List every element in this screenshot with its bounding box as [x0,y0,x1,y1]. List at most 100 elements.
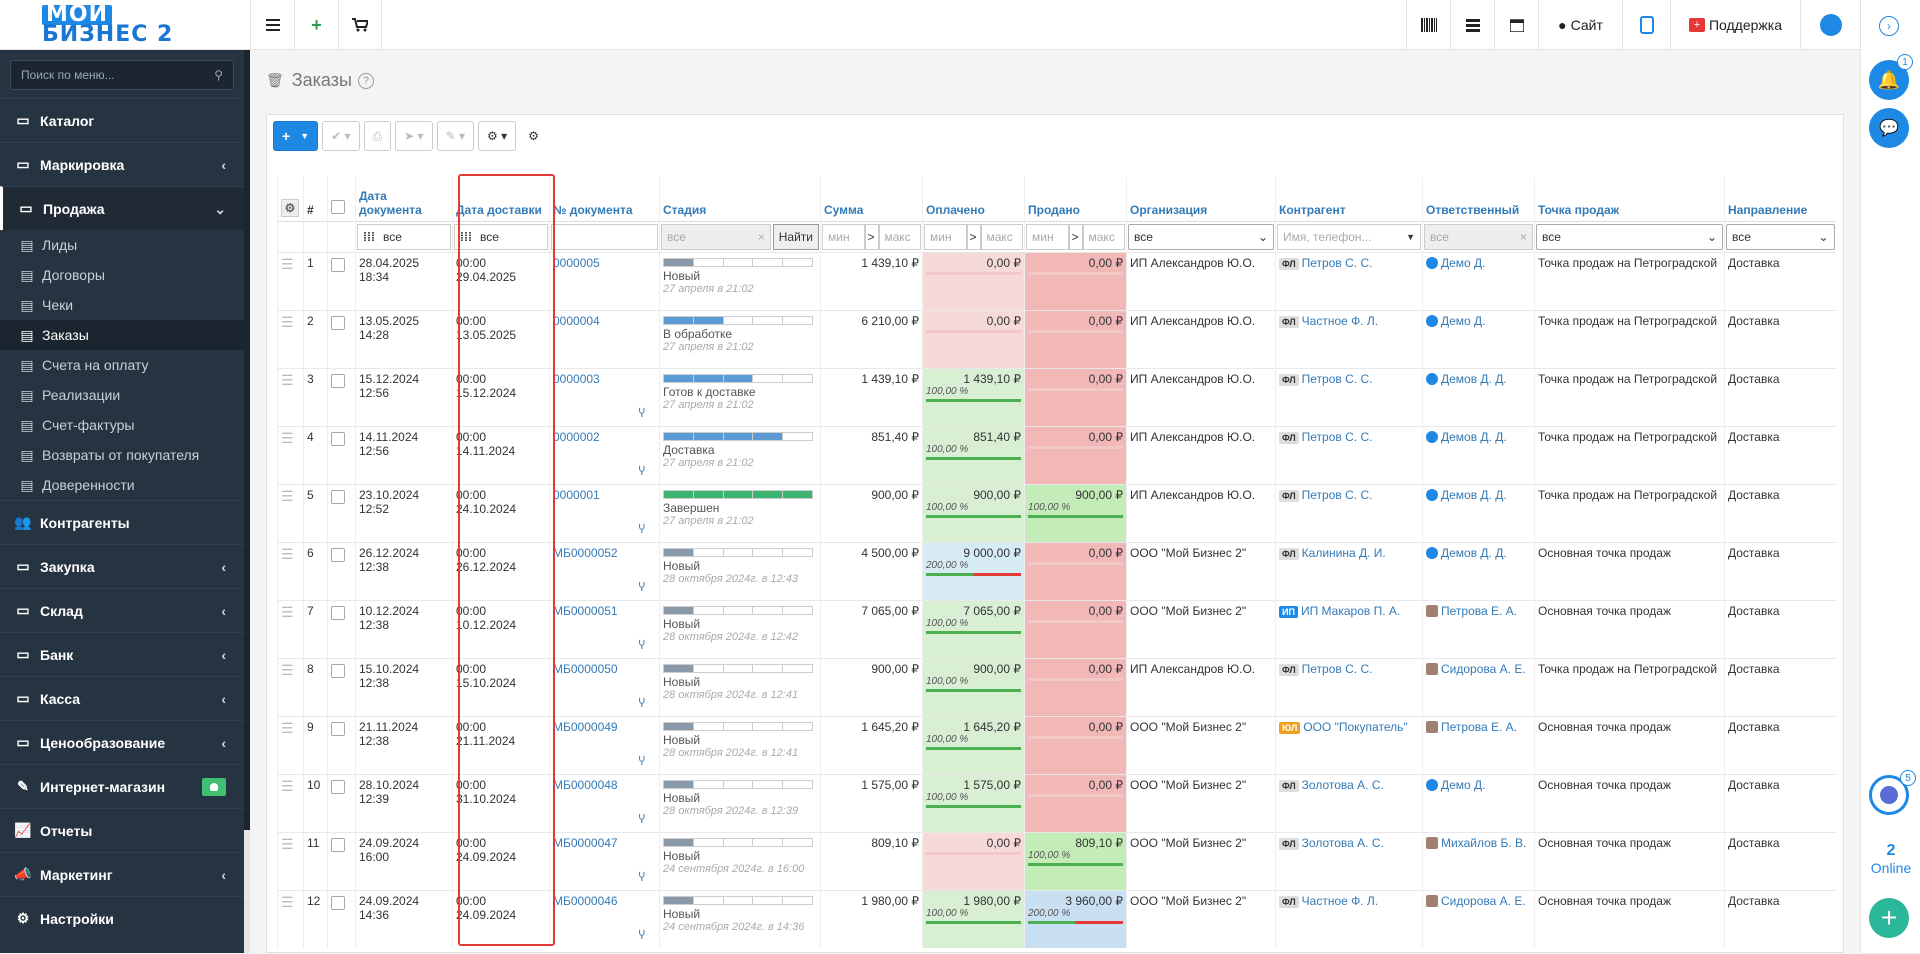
group-settings-button[interactable]: ⚙ [520,121,547,151]
table-row[interactable]: ☰ 2 13.05.2025 14:28 00:00 13.05.2025 0000004 В… [277,309,1836,368]
delivery-date-filter[interactable]: ⁞⁞⁞ все [454,223,548,250]
chat-button[interactable]: 💬 [1869,108,1909,148]
sold-min-input[interactable]: мин [1026,223,1069,250]
sidebar-subitem-4[interactable]: ▤ Счета на оплату [0,350,244,380]
menu-search-input[interactable]: Поиск по меню... ⚲ [10,60,234,90]
row-checkbox-cell[interactable] [327,251,356,310]
sidebar-subitem-3[interactable]: ▤ Заказы [0,320,244,350]
sidebar-item-8[interactable]: ▭ Ценообразование ‹ [0,720,244,764]
table-row[interactable]: ☰ 5 23.10.2024 12:52 00:00 24.10.2024 0000001 Ⴤ… [277,483,1836,542]
row-checkbox-cell[interactable] [327,367,356,426]
row-checkbox-cell[interactable] [327,657,356,716]
row-checkbox-cell[interactable] [327,889,356,948]
header-stage[interactable]: Стадия [659,177,821,221]
sidebar-item-5[interactable]: ▭ Склад ‹ [0,588,244,632]
row-checkbox-cell[interactable] [327,541,356,600]
header-sold[interactable]: Продано [1024,177,1127,221]
contractor-link[interactable]: Петров С. С. [1302,488,1373,502]
row-checkbox[interactable] [331,895,345,910]
sold-max-input[interactable]: макс [1082,223,1125,250]
contractor-link[interactable]: Петров С. С. [1302,430,1373,444]
app-button[interactable] [1622,0,1670,50]
stage-cell[interactable]: Новый 28 октября 2024г. в 12:42 [659,599,821,658]
stage-cell[interactable]: В обработке 27 апреля в 21:02 [659,309,821,368]
row-drag-handle[interactable]: ☰ [277,425,304,484]
row-drag-handle[interactable]: ☰ [277,657,304,716]
stage-cell[interactable]: Новый 24 сентября 2024г. в 14:36 [659,889,821,948]
clear-icon[interactable]: × [758,230,765,244]
sidebar-subitem-2[interactable]: ▤ Чеки [0,290,244,320]
stage-cell[interactable]: Новый 24 сентября 2024г. в 16:00 [659,831,821,890]
list-button[interactable] [1450,0,1494,50]
doc-number-link[interactable]: 0000005 [553,256,600,270]
sidebar-item-3[interactable]: 👥 Контрагенты [0,500,244,544]
responsible-link[interactable]: Петрова Е. А. [1441,604,1517,618]
responsible-link[interactable]: Демо Д. [1441,314,1486,328]
row-checkbox[interactable] [331,779,345,794]
row-drag-handle[interactable]: ☰ [277,309,304,368]
responsible-link[interactable]: Демо Д. [1441,778,1486,792]
stage-cell[interactable]: Новый 28 октября 2024г. в 12:41 [659,715,821,774]
row-checkbox-cell[interactable] [327,483,356,542]
table-row[interactable]: ☰ 4 14.11.2024 12:56 00:00 14.11.2024 0000002 Ⴤ… [277,425,1836,484]
row-checkbox-cell[interactable] [327,831,356,890]
add-order-button[interactable]: + ▼ [273,121,319,151]
settings-dropdown-button[interactable]: ⚙ ▾ [477,121,517,151]
sidebar-subitem-8[interactable]: ▤ Доверенности [0,470,244,500]
row-checkbox[interactable] [331,257,345,272]
row-checkbox[interactable] [331,373,345,388]
contractor-link[interactable]: Калинина Д. И. [1302,546,1386,560]
header-org[interactable]: Организация [1126,177,1276,221]
clear-icon[interactable]: × [1520,230,1527,244]
doc-number-link[interactable]: МБ0000049 [553,720,618,734]
contractor-link[interactable]: Частное Ф. Л. [1302,894,1378,908]
header-delivery-date[interactable]: Дата доставки [452,177,550,221]
row-checkbox[interactable] [331,315,345,330]
doc-number-link[interactable]: МБ0000048 [553,778,618,792]
user-menu-button[interactable] [1800,0,1860,50]
header-direction[interactable]: Направление [1724,177,1836,221]
header-point[interactable]: Точка продаж [1534,177,1725,221]
row-drag-handle[interactable]: ☰ [277,831,304,890]
column-settings-cell[interactable]: ⚙ [277,177,304,221]
row-checkbox-cell[interactable] [327,599,356,658]
contractor-filter-input[interactable]: Имя, телефон... ▼ [1277,223,1421,250]
sidebar-item-6[interactable]: ▭ Банк ‹ [0,632,244,676]
contractor-link[interactable]: ИП Макаров П. А. [1301,604,1400,618]
cart-button[interactable] [338,0,382,50]
table-row[interactable]: ☰ 10 28.10.2024 12:39 00:00 31.10.2024 МБ00000… [277,773,1836,832]
sum-max-input[interactable]: макс [878,223,921,250]
row-checkbox-cell[interactable] [327,309,356,368]
sidebar-subitem-0[interactable]: ▤ Лиды [0,230,244,260]
table-row[interactable]: ☰ 3 15.12.2024 12:56 00:00 15.12.2024 0000003 Ⴤ… [277,367,1836,426]
contractor-link[interactable]: Петров С. С. [1302,256,1373,270]
online-indicator[interactable]: 2 Online [1861,842,1920,876]
sidebar-subitem-6[interactable]: ▤ Счет-фактуры [0,410,244,440]
doc-number-filter[interactable] [551,223,658,250]
stage-cell[interactable]: Доставка 27 апреля в 21:02 [659,425,821,484]
row-checkbox-cell[interactable] [327,773,356,832]
collapse-right-button[interactable]: › [1879,16,1899,36]
doc-number-link[interactable]: МБ0000051 [553,604,618,618]
header-sum[interactable]: Сумма [820,177,923,221]
print-button[interactable]: ⎙ [363,121,392,151]
sidebar-item-11[interactable]: 📣 Маркетинг ‹ [0,852,244,896]
paid-max-input[interactable]: макс [980,223,1023,250]
contractor-link[interactable]: Частное Ф. Л. [1302,314,1378,328]
doc-number-link[interactable]: МБ0000046 [553,894,618,908]
row-drag-handle[interactable]: ☰ [277,251,304,310]
sidebar-subitem-5[interactable]: ▤ Реализации [0,380,244,410]
row-checkbox[interactable] [331,489,345,504]
sidebar-item-9[interactable]: ✎ Интернет-магазин [0,764,244,808]
row-checkbox[interactable] [331,663,345,678]
stage-cell[interactable]: Завершен 27 апреля в 21:02 [659,483,821,542]
doc-number-link[interactable]: 0000003 [553,372,600,386]
doc-number-link[interactable]: МБ0000050 [553,662,618,676]
sidebar-item-10[interactable]: 📈 Отчеты [0,808,244,852]
doc-number-link[interactable]: 0000001 [553,488,600,502]
stage-cell[interactable]: Новый 28 октября 2024г. в 12:41 [659,657,821,716]
doc-number-link[interactable]: 0000004 [553,314,600,328]
barcode-button[interactable] [1406,0,1450,50]
header-paid[interactable]: Оплачено [922,177,1025,221]
table-row[interactable]: ☰ 6 26.12.2024 12:38 00:00 26.12.2024 МБ000005… [277,541,1836,600]
